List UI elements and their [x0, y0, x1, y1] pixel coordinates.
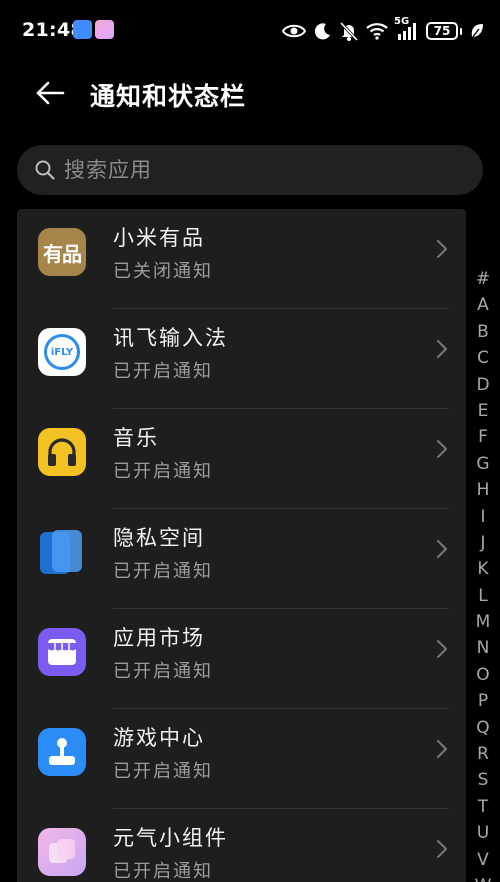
index-letter-h[interactable]: H — [470, 477, 496, 503]
app-name: 讯飞输入法 — [113, 326, 228, 350]
youpin-icon-text: 有品 — [43, 241, 82, 266]
index-letter-e[interactable]: E — [470, 398, 496, 424]
index-letter-w[interactable]: W — [470, 873, 496, 882]
private-space-icon — [38, 528, 86, 576]
youpin-icon: 有品 — [38, 228, 86, 276]
index-letter-v[interactable]: V — [470, 847, 496, 873]
status-icons: 5G 75 — [282, 16, 484, 43]
store-icon — [38, 628, 86, 676]
index-letter-t[interactable]: T — [470, 794, 496, 820]
ifly-icon-text: iFLY — [50, 346, 74, 358]
index-letter-a[interactable]: A — [470, 292, 496, 318]
notification-status: 已开启通知 — [113, 561, 213, 582]
leaf-icon — [471, 24, 483, 39]
app-name: 小米有品 — [113, 226, 205, 250]
index-letter-m[interactable]: M — [470, 609, 496, 635]
network-type: 5G — [394, 16, 410, 27]
list-item[interactable]: 元气小组件 已开启通知 — [17, 809, 466, 882]
ifly-icon: iFLY — [38, 328, 86, 376]
notification-app-icon — [95, 20, 114, 39]
index-letter-u[interactable]: U — [470, 820, 496, 846]
joystick-icon — [38, 728, 86, 776]
chevron-right-icon — [437, 340, 447, 358]
index-letter-q[interactable]: Q — [470, 715, 496, 741]
app-name: 隐私空间 — [113, 526, 205, 550]
notification-status: 已开启通知 — [113, 661, 213, 682]
chevron-right-icon — [437, 740, 447, 758]
index-letter-l[interactable]: L — [470, 583, 496, 609]
list-item[interactable]: 游戏中心 已开启通知 — [17, 709, 466, 809]
list-item[interactable]: 应用市场 已开启通知 — [17, 609, 466, 709]
search-bar[interactable] — [17, 145, 483, 195]
page-title: 通知和状态栏 — [90, 82, 247, 111]
notification-app-icon — [73, 20, 92, 39]
chevron-right-icon — [437, 540, 447, 558]
index-letter-c[interactable]: C — [470, 345, 496, 371]
index-letter-g[interactable]: G — [470, 451, 496, 477]
list-item[interactable]: 隐私空间 已开启通知 — [17, 509, 466, 609]
status-bar: 21:48 5G 75 — [0, 0, 500, 62]
index-letter-d[interactable]: D — [470, 372, 496, 398]
headphones-icon — [38, 428, 86, 476]
signal-group: 5G — [394, 16, 418, 40]
wifi-icon — [366, 23, 388, 40]
list-item[interactable]: iFLY 讯飞输入法 已开启通知 — [17, 309, 466, 409]
index-letter-o[interactable]: O — [470, 662, 496, 688]
search-icon — [35, 160, 55, 180]
notification-status: 已关闭通知 — [113, 261, 213, 282]
index-letter-k[interactable]: K — [470, 556, 496, 582]
app-name: 音乐 — [113, 426, 159, 450]
list-item[interactable]: 音乐 已开启通知 — [17, 409, 466, 509]
battery-icon: 75 — [426, 22, 462, 40]
chevron-right-icon — [437, 640, 447, 658]
moon-icon — [314, 23, 330, 40]
index-letter-f[interactable]: F — [470, 424, 496, 450]
app-list: 有品 小米有品 已关闭通知 iFLY 讯飞输入法 已开启通知 音乐 已开启通知 … — [17, 209, 466, 882]
notification-status: 已开启通知 — [113, 461, 213, 482]
alphabet-index[interactable]: # A B C D E F G H I J K L M N O P Q R S … — [470, 266, 496, 882]
index-letter-j[interactable]: J — [470, 530, 496, 556]
chevron-right-icon — [437, 240, 447, 258]
index-letter-i[interactable]: I — [470, 504, 496, 530]
app-name: 元气小组件 — [113, 826, 228, 850]
widget-icon — [38, 828, 86, 876]
list-item[interactable]: 有品 小米有品 已关闭通知 — [17, 209, 466, 309]
app-name: 游戏中心 — [113, 726, 205, 750]
screen: 21:48 5G 75 通知和状态栏 搜索应用 有品 小米有品 已关闭通知 iF… — [0, 0, 500, 882]
index-letter-hash[interactable]: # — [470, 266, 496, 292]
notification-status: 已开启通知 — [113, 761, 213, 782]
back-button[interactable] — [30, 76, 70, 110]
header: 通知和状态栏 — [0, 62, 500, 124]
notification-status: 已开启通知 — [113, 361, 213, 382]
index-letter-r[interactable]: R — [470, 741, 496, 767]
arrow-left-icon — [36, 81, 65, 105]
battery-level: 75 — [426, 22, 458, 40]
index-letter-n[interactable]: N — [470, 635, 496, 661]
index-letter-b[interactable]: B — [470, 319, 496, 345]
search-input[interactable] — [64, 158, 444, 182]
chevron-right-icon — [437, 440, 447, 458]
notification-status: 已开启通知 — [113, 861, 213, 882]
chevron-right-icon — [437, 840, 447, 858]
index-letter-s[interactable]: S — [470, 767, 496, 793]
bell-muted-icon — [340, 21, 358, 41]
eye-icon — [282, 24, 306, 38]
index-letter-p[interactable]: P — [470, 688, 496, 714]
app-name: 应用市场 — [113, 626, 205, 650]
